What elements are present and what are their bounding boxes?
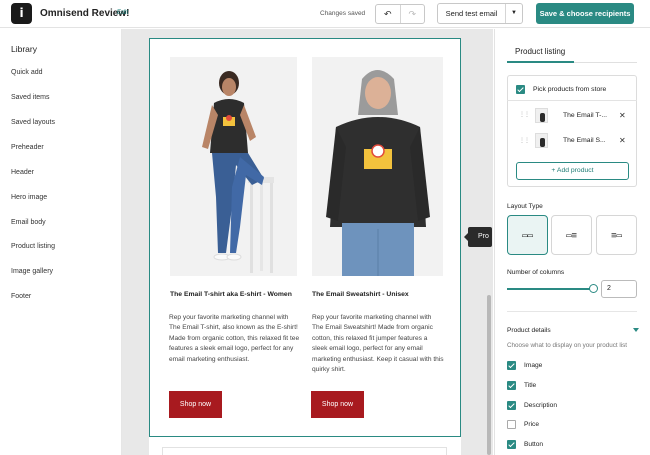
layout-grid-option[interactable]: ▭▭ [507, 215, 548, 255]
chevron-down-icon[interactable]: ▼ [505, 4, 522, 23]
remove-product-1-icon[interactable]: ✕ [619, 111, 626, 120]
block-tooltip: Pro [468, 227, 492, 247]
product-description-2: Rep your favorite marketing channel with… [312, 314, 444, 374]
library-item-header[interactable]: Header [11, 169, 34, 176]
top-bar: i Omnisend Review! Edit Changes saved ↶ … [0, 0, 650, 28]
option-description-label: Description [524, 402, 557, 409]
product-image-sweatshirt [312, 57, 443, 276]
product-thumbnail-1 [535, 108, 548, 123]
layout-alternate-icon: ≡▭ [611, 231, 622, 241]
next-block-frame [162, 447, 447, 455]
pick-products-label: Pick products from store [533, 86, 607, 93]
columns-slider-thumb[interactable] [589, 284, 598, 293]
layout-type-label: Layout Type [507, 203, 543, 210]
layout-alternate-option[interactable]: ≡▭ [596, 215, 637, 255]
option-title-label: Title [524, 382, 537, 389]
shop-now-button-2[interactable]: Shop now [311, 391, 364, 418]
canvas-scrollbar[interactable] [487, 295, 491, 455]
columns-slider-track[interactable] [507, 288, 593, 290]
product-details-label[interactable]: Product details [507, 327, 551, 334]
remove-product-2-icon[interactable]: ✕ [619, 136, 626, 145]
option-price-checkbox[interactable] [507, 420, 516, 429]
section-divider [507, 311, 637, 312]
layout-list-option[interactable]: ▭≡ [551, 215, 592, 255]
add-product-button[interactable]: + Add product [516, 162, 629, 180]
edit-title-link[interactable]: Edit [117, 9, 128, 16]
product-image-tshirt [170, 57, 297, 276]
option-button-label: Button [524, 441, 544, 448]
library-item-email-body[interactable]: Email body [11, 219, 46, 226]
send-test-email-button[interactable]: Send test email ▼ [437, 3, 523, 24]
library-item-quick-add[interactable]: Quick add [11, 69, 43, 76]
woman-sweatshirt-illustration [312, 57, 443, 276]
tab-active-indicator [507, 61, 574, 63]
library-title: Library [11, 44, 37, 54]
option-image-checkbox[interactable] [507, 361, 516, 370]
option-button-checkbox[interactable] [507, 440, 516, 449]
woman-tshirt-illustration [170, 57, 297, 276]
shop-now-button-1[interactable]: Shop now [169, 391, 222, 418]
library-item-hero-image[interactable]: Hero image [11, 194, 47, 201]
columns-label: Number of columns [507, 269, 565, 276]
save-status: Changes saved [320, 10, 366, 17]
product-thumbnail-2 [535, 133, 548, 148]
library-item-preheader[interactable]: Preheader [11, 144, 44, 151]
product-title-2: The Email Sweatshirt - Unisex [312, 291, 409, 298]
option-image-label: Image [524, 362, 543, 369]
library-item-footer[interactable]: Footer [11, 293, 31, 300]
drag-handle-icon[interactable]: ⋮⋮ [519, 137, 530, 144]
redo-icon[interactable]: ↷ [399, 5, 425, 23]
picked-product-1: The Email T-... [563, 112, 608, 119]
picked-product-2: The Email S... [563, 137, 606, 144]
save-choose-recipients-button[interactable]: Save & choose recipients [536, 3, 634, 24]
pick-products-checkbox[interactable] [516, 85, 525, 94]
product-listing-block[interactable]: The Email T-shirt aka E-shirt - Women Th… [149, 38, 461, 437]
columns-input[interactable]: 2 [601, 280, 637, 298]
option-price-label: Price [524, 421, 540, 428]
picker-divider [507, 100, 637, 101]
undo-redo-group: ↶ ↷ [375, 4, 425, 24]
omnisend-logo-icon[interactable]: i [11, 3, 32, 24]
library-sidebar: Library Quick add Saved items Saved layo… [0, 29, 122, 455]
library-item-product-listing[interactable]: Product listing [11, 243, 55, 250]
library-item-saved-layouts[interactable]: Saved layouts [11, 119, 55, 126]
library-item-saved-items[interactable]: Saved items [11, 94, 50, 101]
tab-product-listing[interactable]: Product listing [515, 47, 565, 56]
drag-handle-icon[interactable]: ⋮⋮ [519, 111, 530, 118]
product-title-1: The Email T-shirt aka E-shirt - Women [170, 291, 292, 298]
layout-grid-icon: ▭▭ [522, 231, 533, 241]
option-title-checkbox[interactable] [507, 381, 516, 390]
collapse-caret-icon[interactable] [633, 328, 639, 332]
layout-list-icon: ▭≡ [566, 231, 577, 241]
product-details-hint: Choose what to display on your product l… [507, 342, 628, 349]
undo-icon[interactable]: ↶ [376, 5, 400, 23]
library-item-image-gallery[interactable]: Image gallery [11, 268, 53, 275]
send-test-label[interactable]: Send test email [438, 4, 505, 23]
option-description-checkbox[interactable] [507, 401, 516, 410]
product-description-1: Rep your favorite marketing channel with… [169, 314, 300, 363]
